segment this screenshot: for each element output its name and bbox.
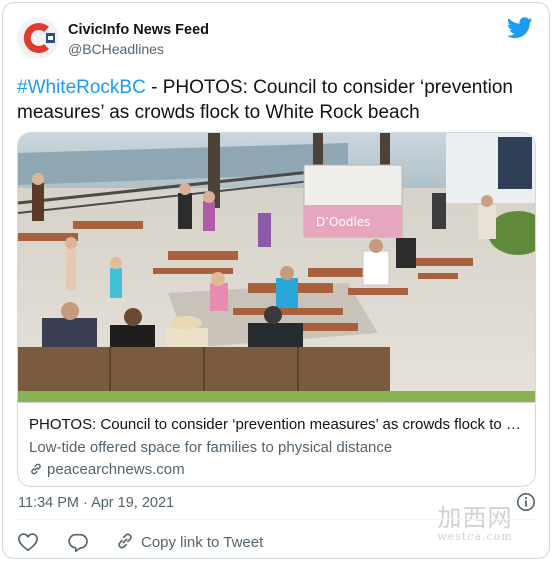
link-preview-meta: PHOTOS: Council to consider ‘prevention … [18,402,535,486]
link-description: Low-tide offered space for families to p… [29,439,393,456]
tweet-timestamp[interactable]: 11:34 PM · Apr 19, 2021 [18,495,174,511]
actions-divider [17,519,536,520]
copy-link-label: Copy link to Tweet [141,534,264,551]
link-preview-card[interactable]: D’Oodles PHOTOS: Council to consider ‘pr… [17,132,536,487]
civicinfo-logo-icon [17,17,59,59]
author-avatar[interactable] [17,17,59,59]
link-domain[interactable]: peacearchnews.com [29,461,185,478]
reply-bubble-icon[interactable] [67,532,89,553]
author-name[interactable]: CivicInfo News Feed [68,22,209,38]
twitter-bird-icon[interactable] [507,17,533,39]
tweet-text: #WhiteRockBC - PHOTOS: Council to consid… [17,75,537,125]
link-icon [31,463,41,475]
like-heart-icon[interactable] [17,532,39,552]
watermark-cn: 加西网 [437,504,513,532]
tweet-actions: Copy link to Tweet [17,530,536,556]
hashtag-link[interactable]: #WhiteRockBC [17,77,146,98]
tweet-card: CivicInfo News Feed @BCHeadlines #WhiteR… [2,2,550,559]
link-preview-image: D’Oodles [18,133,535,402]
copy-link-icon [118,533,132,549]
tweet-header: CivicInfo News Feed @BCHeadlines [17,17,535,61]
link-title[interactable]: PHOTOS: Council to consider ‘prevention … [29,416,529,433]
food-truck-sign: D’Oodles [316,215,370,229]
link-domain-text: peacearchnews.com [47,461,185,478]
author-handle[interactable]: @BCHeadlines [68,41,164,57]
copy-link-button[interactable]: Copy link to Tweet [115,531,263,556]
